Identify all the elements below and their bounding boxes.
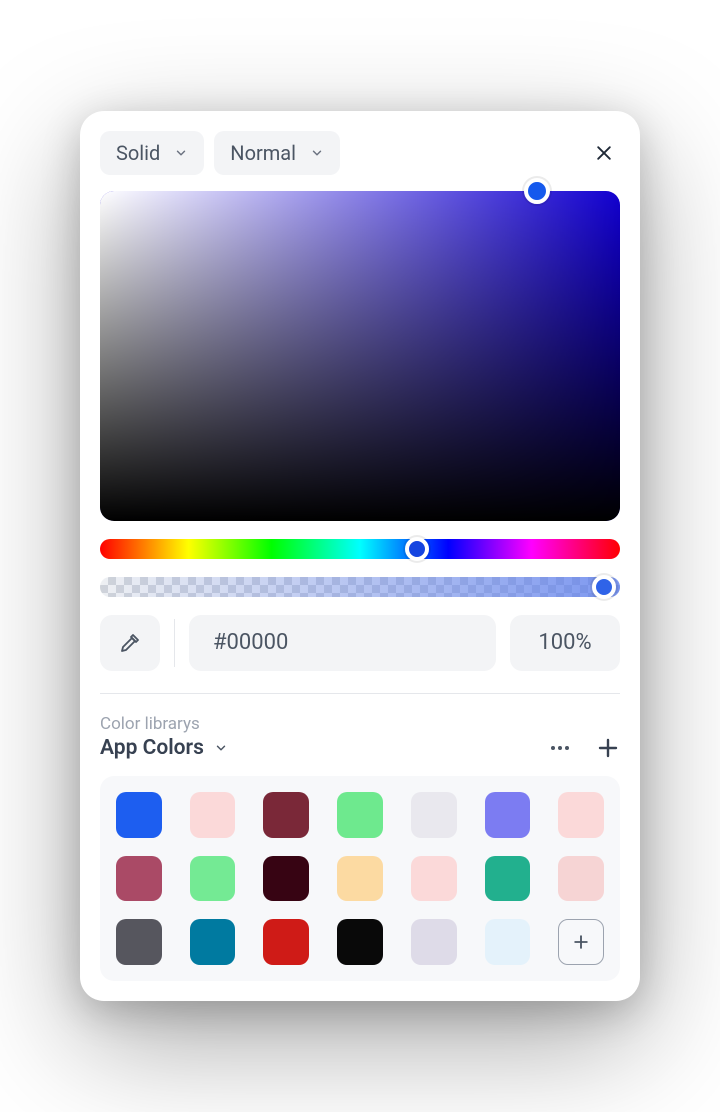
opacity-input[interactable]: 100%: [510, 615, 620, 671]
saturation-value-field[interactable]: [100, 191, 620, 521]
color-swatch[interactable]: [485, 792, 531, 838]
add-swatch-button[interactable]: [558, 919, 604, 965]
color-swatch[interactable]: [190, 792, 236, 838]
add-library-button[interactable]: [596, 736, 620, 760]
color-swatch[interactable]: [411, 856, 457, 902]
divider: [174, 619, 175, 667]
color-swatch[interactable]: [411, 792, 457, 838]
value-row: #00000 100%: [100, 615, 620, 694]
color-swatch[interactable]: [485, 856, 531, 902]
chevron-down-icon: [310, 146, 324, 160]
color-swatch[interactable]: [558, 856, 604, 902]
hue-slider[interactable]: [100, 539, 620, 559]
color-swatch[interactable]: [263, 919, 309, 965]
more-button[interactable]: [548, 736, 572, 760]
top-controls: Solid Normal: [100, 131, 620, 175]
fill-type-dropdown[interactable]: Solid: [100, 131, 204, 175]
library-header: Color librarys App Colors: [100, 714, 620, 760]
color-swatch[interactable]: [337, 792, 383, 838]
opacity-value: 100%: [538, 630, 591, 655]
alpha-handle[interactable]: [592, 575, 616, 599]
color-swatch[interactable]: [190, 919, 236, 965]
library-name: App Colors: [100, 736, 204, 760]
hex-input[interactable]: #00000: [189, 615, 496, 671]
color-swatch[interactable]: [116, 919, 162, 965]
color-swatch[interactable]: [116, 856, 162, 902]
chevron-down-icon: [174, 146, 188, 160]
color-swatch[interactable]: [411, 919, 457, 965]
chevron-down-icon: [214, 741, 228, 755]
library-section-label: Color librarys: [100, 714, 548, 734]
color-swatch[interactable]: [558, 792, 604, 838]
color-swatch[interactable]: [190, 856, 236, 902]
color-swatch[interactable]: [337, 856, 383, 902]
color-swatch[interactable]: [485, 919, 531, 965]
swatch-grid: [116, 792, 604, 965]
blend-mode-dropdown[interactable]: Normal: [214, 131, 340, 175]
swatch-panel: [100, 776, 620, 981]
alpha-slider[interactable]: [100, 577, 620, 597]
color-swatch[interactable]: [337, 919, 383, 965]
fill-type-label: Solid: [116, 141, 160, 165]
library-selector[interactable]: App Colors: [100, 736, 548, 760]
saturation-handle[interactable]: [524, 178, 550, 204]
color-picker-panel: Solid Normal: [80, 111, 640, 1001]
color-swatch[interactable]: [116, 792, 162, 838]
close-button[interactable]: [588, 137, 620, 169]
eyedropper-button[interactable]: [100, 615, 160, 671]
hue-handle[interactable]: [405, 537, 429, 561]
color-swatch[interactable]: [263, 856, 309, 902]
color-swatch[interactable]: [263, 792, 309, 838]
hex-value: #00000: [213, 630, 288, 655]
blend-mode-label: Normal: [230, 141, 296, 165]
